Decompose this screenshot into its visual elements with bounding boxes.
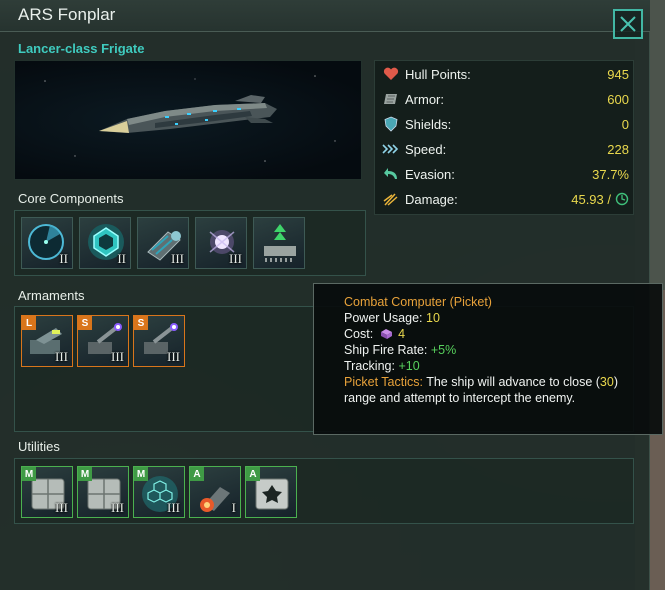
tooltip-fire-rate-label: Ship Fire Rate:: [344, 343, 428, 357]
slot-size-badge: A: [246, 467, 260, 481]
tooltip-fire-rate-row: Ship Fire Rate: +5%: [344, 342, 662, 358]
tier-label: II: [117, 251, 126, 266]
tier-label: I: [231, 500, 236, 515]
slot-size-badge: M: [78, 467, 92, 481]
ship-preview: [14, 60, 362, 180]
slot-size-badge: L: [22, 316, 36, 330]
stat-shields: Shields: 0: [381, 113, 629, 135]
ship-model-image: [44, 75, 336, 162]
tier-label: II: [59, 251, 68, 266]
weapon-slot-large[interactable]: L III: [21, 315, 73, 367]
close-icon: [620, 16, 636, 32]
refresh-cycle-icon: [615, 192, 629, 206]
slot-size-badge: A: [190, 467, 204, 481]
tooltip-tracking-row: Tracking: +10: [344, 358, 662, 374]
core-slot-hyperdrive[interactable]: II: [79, 217, 131, 269]
stat-armor: Armor: 600: [381, 88, 629, 110]
tier-label: III: [111, 500, 124, 515]
stat-speed: Speed: 228: [381, 138, 629, 160]
tooltip-title: Combat Computer (Picket): [344, 295, 492, 309]
tooltip-tracking-value: +10: [398, 359, 420, 373]
tooltip-tactics-text: The ship will advance to close (: [426, 375, 600, 389]
armaments-heading: Armaments: [18, 288, 85, 303]
tooltip-cost-row: Cost: 4: [344, 326, 662, 342]
tier-label: III: [167, 500, 180, 515]
utility-slot-2[interactable]: M III: [77, 466, 129, 518]
core-slot-reactor[interactable]: III: [195, 217, 247, 269]
stat-value: 45.93 /: [571, 191, 611, 207]
weapon-slot-small-1[interactable]: S III: [77, 315, 129, 367]
tooltip-tactics-label: Picket Tactics:: [344, 375, 423, 389]
core-components-box: II II III III: [14, 210, 366, 276]
tooltip-cost-label: Cost:: [344, 327, 374, 341]
utility-slot-5[interactable]: A: [245, 466, 297, 518]
stat-value: 945: [607, 66, 629, 82]
stat-label: Speed:: [405, 141, 447, 157]
stat-label: Damage:: [405, 191, 458, 207]
stat-label: Evasion:: [405, 166, 455, 182]
utility-slot-4[interactable]: A I: [189, 466, 241, 518]
evasion-arrow-icon: [381, 165, 401, 183]
tooltip-tactics-range: 30: [599, 375, 614, 389]
stat-value: 228: [607, 141, 629, 157]
alloys-resource-icon: [380, 329, 392, 339]
tier-label: III: [111, 349, 124, 364]
tier-label: III: [167, 349, 180, 364]
core-slot-thruster[interactable]: III: [137, 217, 189, 269]
ship-stats-panel: Hull Points: 945 Armor: 600 Shields: 0 S…: [374, 60, 634, 215]
slot-size-badge: S: [78, 316, 92, 330]
stat-hull-points: Hull Points: 945: [381, 63, 629, 85]
utility-slot-3[interactable]: M III: [133, 466, 185, 518]
slot-size-badge: S: [134, 316, 148, 330]
stat-value: 37.7%: [592, 166, 629, 182]
stat-label: Hull Points:: [405, 66, 471, 82]
combat-computer-icon: [264, 224, 296, 262]
core-slot-combat-computer[interactable]: [253, 217, 305, 269]
ship-class-label: Lancer-class Frigate: [18, 41, 145, 56]
tier-label: III: [55, 349, 68, 364]
tier-label: III: [55, 500, 68, 515]
tooltip-cost-value: 4: [398, 327, 406, 341]
speed-chevrons-icon: [381, 140, 401, 158]
tier-label: III: [171, 251, 184, 266]
core-components-heading: Core Components: [18, 191, 124, 206]
slot-size-badge: M: [22, 467, 36, 481]
shield-icon: [381, 115, 401, 133]
stat-value: 600: [607, 91, 629, 107]
tooltip-power-row: Power Usage: 10: [344, 310, 662, 326]
tooltip-power-value: 10: [426, 311, 440, 325]
tier-label: III: [229, 251, 242, 266]
component-tooltip: Combat Computer (Picket) Power Usage: 10…: [313, 283, 663, 435]
damage-sparks-icon: [381, 190, 401, 208]
heart-icon: [381, 65, 401, 83]
slot-size-badge: M: [134, 467, 148, 481]
core-slot-sensor[interactable]: II: [21, 217, 73, 269]
tooltip-tactics-description: Picket Tactics: The ship will advance to…: [344, 374, 644, 406]
tooltip-fire-rate-value: +5%: [430, 343, 457, 357]
title-bar: ARS Fonplar: [0, 0, 650, 32]
stat-damage: Damage: 45.93 /: [381, 188, 629, 210]
weapon-slot-small-2[interactable]: S III: [133, 315, 185, 367]
armor-plate-icon: [381, 90, 401, 108]
utilities-heading: Utilities: [18, 439, 60, 454]
stat-label: Armor:: [405, 91, 444, 107]
utility-slot-1[interactable]: M III: [21, 466, 73, 518]
stat-evasion: Evasion: 37.7%: [381, 163, 629, 185]
ship-name-title: ARS Fonplar: [18, 5, 116, 24]
stat-label: Shields:: [405, 116, 452, 132]
tooltip-power-label: Power Usage:: [344, 311, 423, 325]
close-button[interactable]: [613, 9, 643, 39]
utilities-box: M III M III M III A I A: [14, 458, 634, 524]
tooltip-tracking-label: Tracking:: [344, 359, 395, 373]
stat-value: 0: [621, 116, 629, 132]
